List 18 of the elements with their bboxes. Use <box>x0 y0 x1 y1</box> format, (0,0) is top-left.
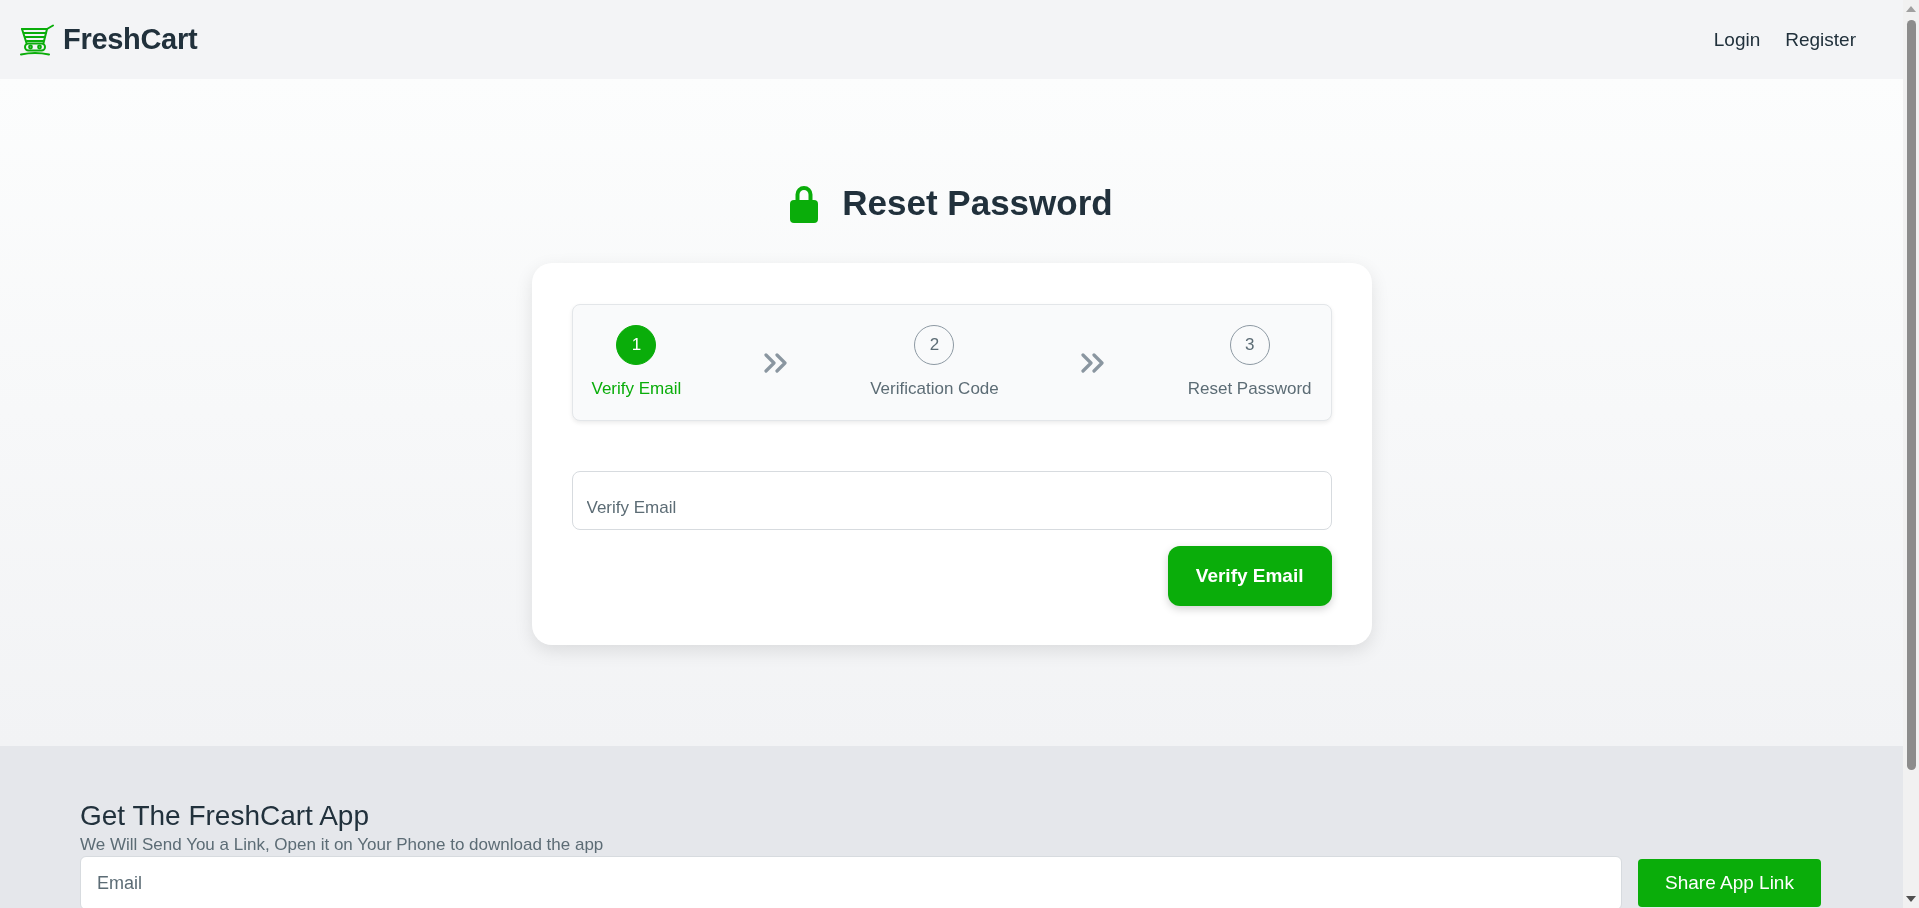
scroll-down-arrow-icon[interactable] <box>1906 896 1916 902</box>
scrollbar-thumb[interactable] <box>1906 20 1916 770</box>
page-title: Reset Password <box>842 182 1113 224</box>
email-input[interactable]: Verify Email <box>571 471 1332 530</box>
double-chevron-icon <box>763 352 788 373</box>
scroll-up-arrow-icon[interactable] <box>1906 6 1916 12</box>
footer-subtitle: We Will Send You a Link, Open it on Your Phone to download the app <box>80 834 605 856</box>
logo-text[interactable]: FreshCart <box>63 25 198 54</box>
email-input[interactable]: Email <box>80 856 1622 908</box>
step-label: Verification Code <box>870 377 999 400</box>
cart-icon <box>20 23 54 56</box>
double-chevron-icon <box>1081 352 1106 373</box>
lock-icon <box>790 183 819 223</box>
nav-link[interactable]: Login <box>1713 27 1761 52</box>
step-label: Verify Email <box>591 377 682 400</box>
step-label: Reset Password <box>1187 377 1312 400</box>
nav-link[interactable]: Register <box>1785 27 1856 52</box>
footer-title: Get The FreshCart App <box>80 799 370 833</box>
